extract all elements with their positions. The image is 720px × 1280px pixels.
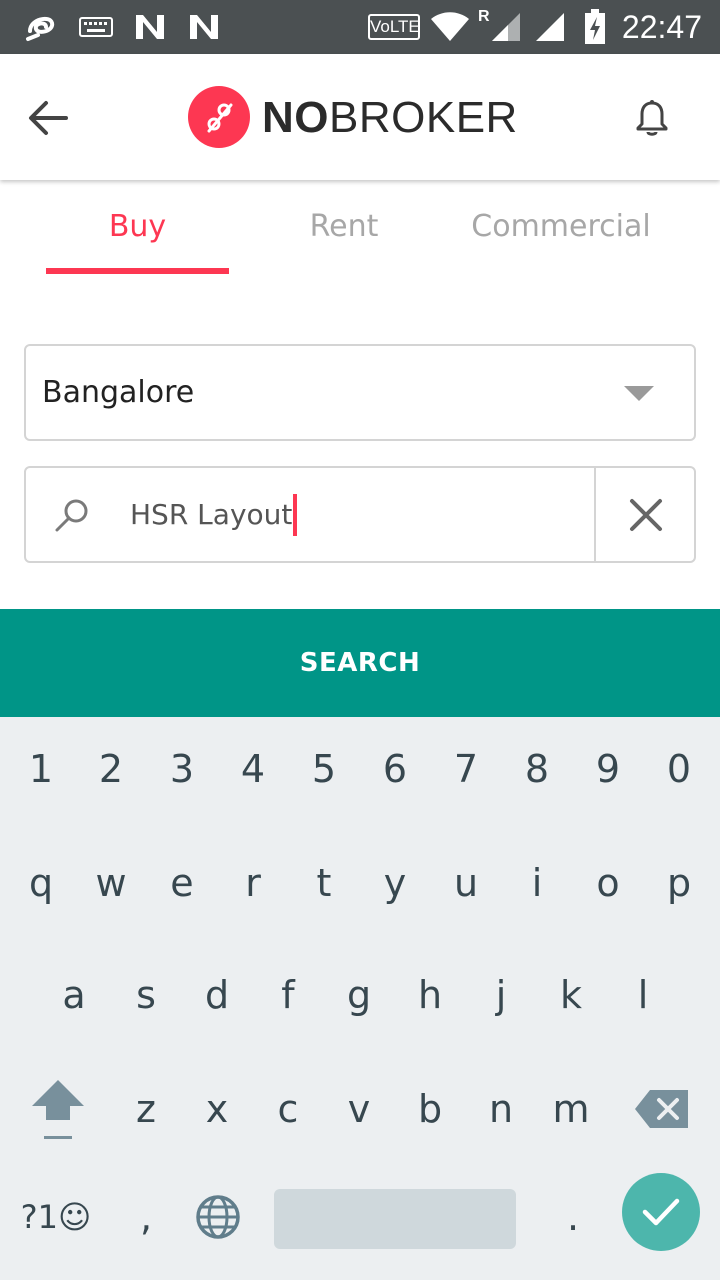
key-2[interactable]: 2 — [75, 719, 147, 819]
key-0[interactable]: 0 — [643, 719, 715, 819]
globe-icon — [196, 1195, 240, 1239]
search-icon — [55, 499, 88, 532]
back-button[interactable] — [22, 92, 74, 144]
logo-text-bold: NO — [262, 93, 329, 142]
key-u[interactable]: u — [430, 833, 502, 933]
key-p[interactable]: p — [643, 833, 715, 933]
logo-text-rest: BROKER — [329, 93, 518, 142]
bell-icon — [636, 100, 668, 136]
arrow-left-icon — [29, 101, 68, 135]
n-notification-icon — [130, 0, 170, 54]
key-x[interactable]: x — [181, 1059, 253, 1159]
period-key[interactable]: . — [537, 1167, 609, 1267]
key-s[interactable]: s — [110, 945, 182, 1045]
key-m[interactable]: m — [535, 1059, 607, 1159]
n-notification-icon — [184, 0, 224, 54]
logo-wordmark: NO BROKER — [262, 88, 518, 148]
city-dropdown[interactable]: Bangalore — [24, 344, 696, 441]
keyboard-icon — [78, 0, 114, 54]
key-9[interactable]: 9 — [572, 719, 644, 819]
city-dropdown-value: Bangalore — [42, 375, 195, 410]
key-t[interactable]: t — [288, 833, 360, 933]
key-z[interactable]: z — [110, 1059, 182, 1159]
shift-key[interactable] — [20, 1059, 96, 1159]
key-j[interactable]: j — [465, 945, 537, 1045]
key-d[interactable]: d — [181, 945, 253, 1045]
dropdown-arrow-icon — [624, 386, 654, 401]
key-f[interactable]: f — [252, 945, 324, 1045]
backspace-key[interactable] — [628, 1059, 696, 1159]
key-6[interactable]: 6 — [359, 719, 431, 819]
notifications-button[interactable] — [626, 92, 678, 144]
key-b[interactable]: b — [394, 1059, 466, 1159]
locality-search-input[interactable]: HSR Layout — [130, 468, 298, 561]
carrier-logo-icon — [22, 0, 62, 54]
volte-badge: VoLTE — [368, 14, 420, 40]
key-l[interactable]: l — [607, 945, 679, 1045]
key-n[interactable]: n — [465, 1059, 537, 1159]
key-c[interactable]: c — [252, 1059, 324, 1159]
search-button[interactable]: SEARCH — [0, 609, 720, 717]
soft-keyboard: 1 2 3 4 5 6 7 8 9 0 q w e r t y u i o p … — [0, 717, 720, 1280]
key-w[interactable]: w — [75, 833, 147, 933]
key-e[interactable]: e — [146, 833, 218, 933]
key-v[interactable]: v — [323, 1059, 395, 1159]
shift-arrow-icon — [32, 1080, 84, 1139]
key-a[interactable]: a — [38, 945, 110, 1045]
signal-icon — [488, 0, 524, 54]
key-h[interactable]: h — [394, 945, 466, 1045]
active-tab-indicator — [46, 268, 229, 274]
app-bar: NO BROKER — [0, 54, 720, 180]
key-7[interactable]: 7 — [430, 719, 502, 819]
status-bar: VoLTE R 22:47 — [0, 0, 720, 54]
comma-key[interactable]: , — [110, 1167, 182, 1267]
wifi-icon — [428, 0, 472, 54]
space-bar[interactable] — [274, 1189, 516, 1249]
key-g[interactable]: g — [323, 945, 395, 1045]
enter-key[interactable] — [622, 1173, 700, 1251]
tab-buy[interactable]: Buy — [46, 196, 229, 256]
key-o[interactable]: o — [572, 833, 644, 933]
search-input-text: HSR Layout — [130, 498, 293, 531]
tab-commercial[interactable]: Commercial — [455, 196, 667, 256]
symbols-key[interactable]: ?1☺ — [10, 1177, 102, 1257]
key-8[interactable]: 8 — [501, 719, 573, 819]
key-1[interactable]: 1 — [5, 719, 77, 819]
language-key[interactable] — [182, 1167, 254, 1267]
key-r[interactable]: r — [217, 833, 289, 933]
locality-search-field[interactable]: HSR Layout — [24, 466, 696, 563]
checkmark-icon — [642, 1198, 680, 1226]
key-4[interactable]: 4 — [217, 719, 289, 819]
battery-charging-icon — [580, 0, 610, 54]
text-cursor — [293, 493, 298, 536]
key-k[interactable]: k — [535, 945, 607, 1045]
key-5[interactable]: 5 — [288, 719, 360, 819]
key-y[interactable]: y — [359, 833, 431, 933]
clear-search-button[interactable] — [596, 468, 696, 561]
tab-rent[interactable]: Rent — [262, 196, 426, 256]
nobroker-logo-icon — [188, 86, 250, 148]
signal-icon — [532, 0, 568, 54]
key-q[interactable]: q — [5, 833, 77, 933]
key-i[interactable]: i — [501, 833, 573, 933]
backspace-icon — [635, 1090, 688, 1128]
close-icon — [630, 498, 662, 531]
key-3[interactable]: 3 — [146, 719, 218, 819]
status-time: 22:47 — [621, 8, 702, 45]
